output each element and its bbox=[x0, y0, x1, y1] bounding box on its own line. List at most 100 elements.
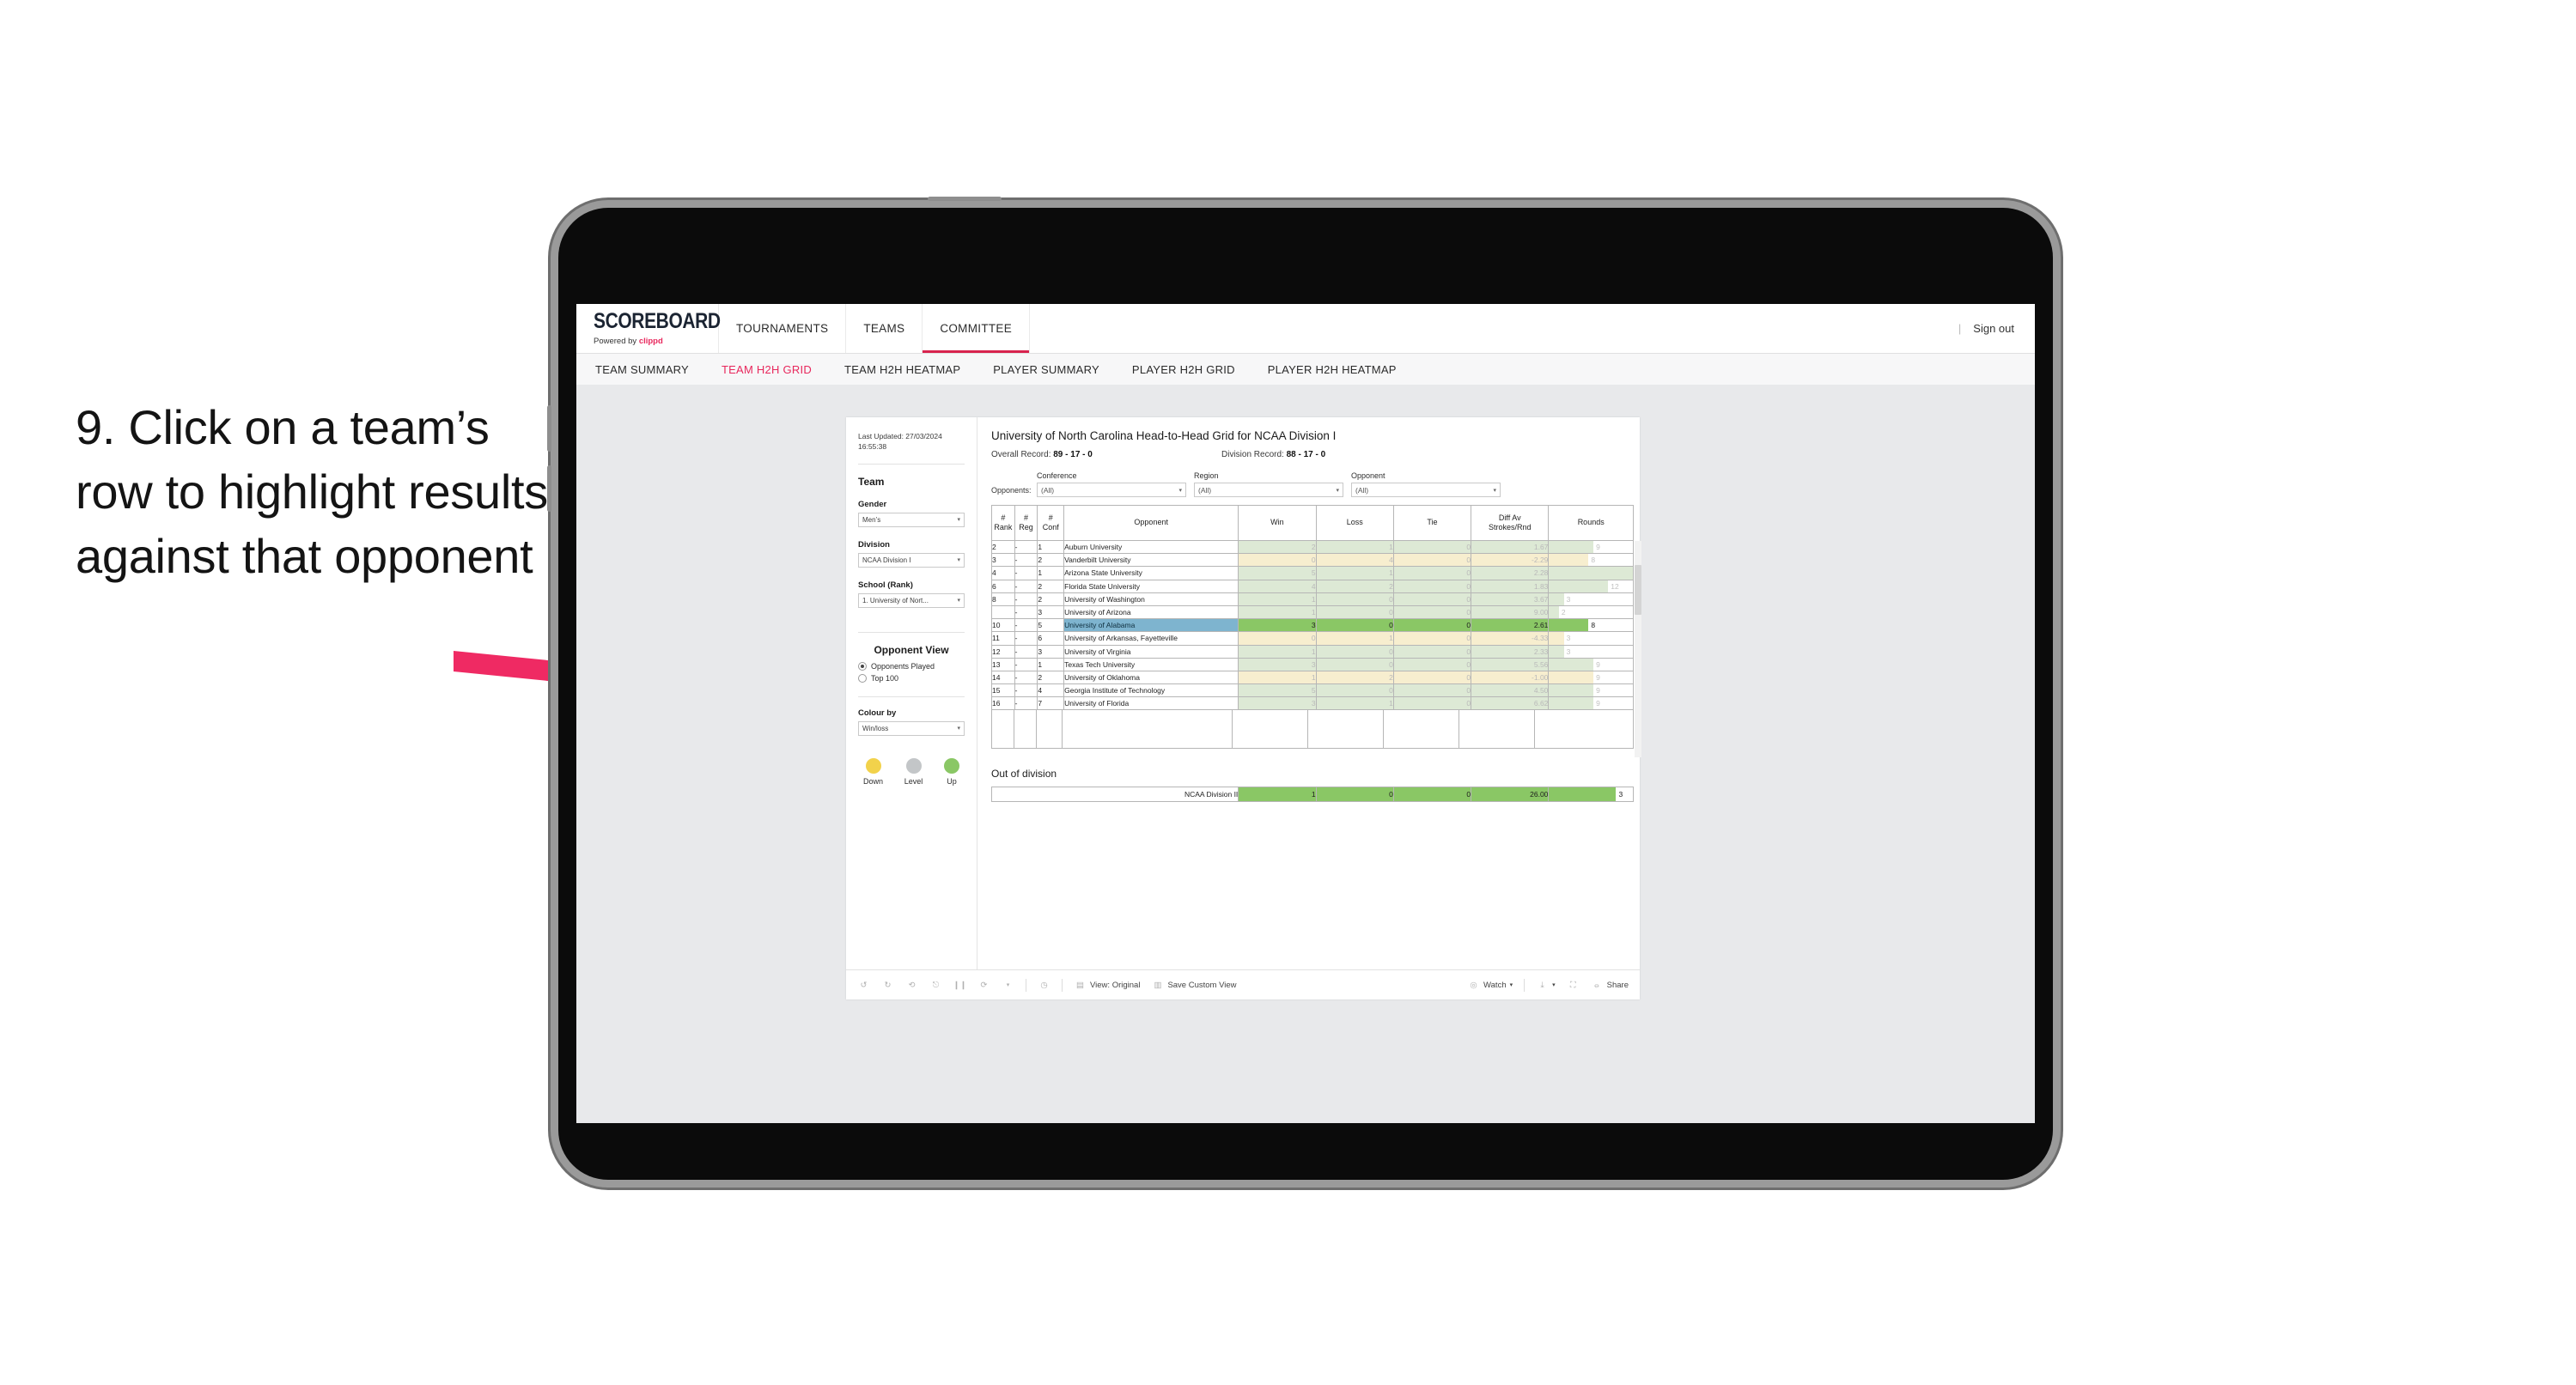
rounds-bar bbox=[1549, 659, 1594, 671]
cell-tie: 0 bbox=[1392, 566, 1472, 580]
legend-swatch-up bbox=[944, 757, 959, 774]
division-select[interactable]: NCAA Division I ▾ bbox=[858, 552, 965, 568]
tab-team-summary[interactable]: TEAM SUMMARY bbox=[595, 363, 689, 376]
cell-conf: 1 bbox=[1037, 566, 1065, 580]
watch-button[interactable]: ◎ Watch ▾ bbox=[1467, 979, 1513, 992]
save-custom-view-label: Save Custom View bbox=[1167, 980, 1237, 990]
cell-rounds: 9 bbox=[1548, 657, 1634, 671]
cell-rank: 10 bbox=[991, 618, 1015, 633]
h2h-grid-header: # Rank # Reg # Conf Opponent Win Loss Tie D… bbox=[991, 505, 1634, 541]
device-button-volume-down bbox=[547, 465, 551, 512]
instruction-caption: 9. Click on a team’s row to highlight re… bbox=[76, 400, 548, 584]
ood-rounds-value: 3 bbox=[1618, 790, 1623, 799]
cell-reg: - bbox=[1014, 604, 1038, 620]
cell-rank: 15 bbox=[991, 683, 1015, 698]
clock-icon[interactable]: ◷ bbox=[1038, 979, 1050, 992]
colour-by-label: Colour by bbox=[858, 708, 897, 718]
table-row[interactable]: 16-7 University of Florida 3 1 0 6.62 9 bbox=[991, 696, 1634, 711]
loop-icon[interactable]: ⟳ bbox=[977, 979, 990, 992]
undo-icon[interactable]: ↺ bbox=[857, 979, 870, 992]
chevron-down-icon: ▾ bbox=[957, 557, 960, 564]
cell-reg: - bbox=[1014, 579, 1038, 593]
filter-region-select[interactable]: (All) ▾ bbox=[1194, 483, 1343, 497]
nav-tournaments[interactable]: TOURNAMENTS bbox=[719, 304, 847, 353]
school-select[interactable]: 1. University of Nort... ▾ bbox=[858, 592, 965, 608]
cell-win: 1 bbox=[1238, 604, 1317, 620]
cell-opponent: University of Washington bbox=[1063, 592, 1239, 606]
cell-opponent: University of Virginia bbox=[1063, 644, 1239, 659]
tab-team-h2h-grid[interactable]: TEAM H2H GRID bbox=[722, 363, 812, 376]
col-rank: # Rank bbox=[991, 505, 1015, 541]
nav-committee[interactable]: COMMITTEE bbox=[923, 304, 1031, 353]
table-row[interactable]: 15-4 Georgia Institute of Technology 5 0 0 4.… bbox=[991, 683, 1634, 698]
cell-rounds: 17 bbox=[1548, 566, 1634, 580]
table-row[interactable]: -3 University of Arizona 1 0 0 9.00 2 bbox=[991, 604, 1634, 620]
table-row[interactable]: 3-2 Vanderbilt University 0 4 0 -2.29 8 bbox=[991, 553, 1634, 568]
logo-tagline: Powered by clippd bbox=[594, 336, 663, 346]
division-value: NCAA Division I bbox=[862, 556, 911, 564]
division-record: Division Record: 88 - 17 - 0 bbox=[1221, 450, 1325, 459]
table-row[interactable]: 4-1Arizona State University5102.2817 bbox=[991, 566, 1634, 580]
table-row[interactable]: 14-2 University of Oklahoma 1 2 0 -1.00 9 bbox=[991, 670, 1634, 685]
cell-tie: 0 bbox=[1392, 579, 1472, 593]
col-conf: # Conf bbox=[1037, 505, 1065, 541]
chevron-down-icon: ▾ bbox=[957, 598, 960, 604]
fullscreen-icon[interactable]: ⛶ bbox=[1567, 979, 1580, 992]
table-row[interactable]: 10-5 University of Alabama 3 0 0 2.61 8 bbox=[991, 618, 1634, 633]
redo-icon[interactable]: ↻ bbox=[881, 979, 894, 992]
pause-updates-icon[interactable]: ❙❙ bbox=[953, 979, 967, 992]
cell-rank: 12 bbox=[991, 644, 1015, 659]
colour-by-value: Win/loss bbox=[862, 724, 889, 732]
cell-loss: 0 bbox=[1315, 618, 1394, 633]
tab-team-h2h-heatmap[interactable]: TEAM H2H HEATMAP bbox=[844, 363, 960, 376]
cell-loss: 0 bbox=[1315, 604, 1394, 620]
chevron-down-icon[interactable]: ▾ bbox=[1002, 979, 1014, 992]
filter-opponent-value: (All) bbox=[1355, 485, 1369, 495]
colour-by-select[interactable]: Win/loss ▾ bbox=[858, 720, 965, 736]
radio-top-100[interactable]: Top 100 bbox=[858, 673, 965, 683]
watch-icon: ◎ bbox=[1470, 980, 1477, 990]
grid-scrollbar-thumb[interactable] bbox=[1635, 565, 1641, 615]
tab-player-h2h-heatmap[interactable]: PLAYER H2H HEATMAP bbox=[1268, 363, 1397, 376]
download-button[interactable]: ⤓ ▾ bbox=[1536, 979, 1556, 992]
table-row[interactable]: 6-2 Florida State University 4 2 0 1.83 12 bbox=[991, 579, 1634, 593]
out-of-division-row[interactable]: NCAA Division II 1 0 0 26.00 3 bbox=[990, 787, 1634, 803]
grid-scrollbar-track[interactable] bbox=[1635, 541, 1641, 757]
filter-opponent-select[interactable]: (All) ▾ bbox=[1351, 483, 1501, 497]
cell-rounds: 12 bbox=[1548, 579, 1634, 593]
share-button[interactable]: ⦵ Share bbox=[1591, 979, 1629, 992]
cell-rank: 13 bbox=[991, 657, 1015, 671]
nav-teams[interactable]: TEAMS bbox=[846, 304, 923, 353]
panel-divider-1 bbox=[858, 463, 965, 465]
sign-out-link[interactable]: Sign out bbox=[1973, 322, 2014, 335]
cell-win: 0 bbox=[1238, 631, 1317, 646]
cell-diff: 1.83 bbox=[1471, 579, 1550, 593]
tab-player-summary[interactable]: PLAYER SUMMARY bbox=[993, 363, 1099, 376]
view-original-button[interactable]: ▤ View: Original bbox=[1074, 979, 1140, 992]
radio-opponents-played[interactable]: Opponents Played bbox=[858, 661, 965, 671]
rounds-bar bbox=[1549, 632, 1564, 644]
col-tie: Tie bbox=[1392, 505, 1472, 541]
table-row[interactable]: 2-1 Auburn University 2 1 0 1.67 9 bbox=[991, 539, 1634, 555]
save-custom-view-button[interactable]: ▥ Save Custom View bbox=[1151, 979, 1236, 992]
table-row[interactable]: 13-1 Texas Tech University 3 0 0 5.56 9 bbox=[991, 657, 1634, 671]
table-row[interactable]: 12-3 University of Virginia 1 0 0 2.33 3 bbox=[991, 644, 1634, 659]
legend-label-down: Down bbox=[863, 776, 884, 786]
tab-player-h2h-grid[interactable]: PLAYER H2H GRID bbox=[1132, 363, 1235, 376]
table-row[interactable]: 8-2 University of Washington 1 0 0 3.67 3 bbox=[991, 592, 1634, 606]
rounds-value: 3 bbox=[1566, 647, 1571, 656]
rounds-bar bbox=[1549, 646, 1564, 658]
filter-conference-select[interactable]: (All) ▾ bbox=[1037, 483, 1186, 497]
cell-tie: 0 bbox=[1392, 553, 1472, 568]
radio-icon bbox=[858, 661, 867, 671]
cell-tie: 0 bbox=[1392, 644, 1472, 659]
cell-rank: 3 bbox=[991, 553, 1015, 568]
sign-out-divider: | bbox=[1958, 322, 1962, 335]
revert-icon[interactable]: ⟲ bbox=[905, 979, 918, 992]
cell-tie: 0 bbox=[1392, 657, 1472, 671]
refresh-data-icon[interactable]: ⎋ bbox=[929, 979, 942, 992]
radio-top-100-label: Top 100 bbox=[871, 673, 899, 683]
gender-select[interactable]: Men’s ▾ bbox=[858, 512, 965, 527]
table-row[interactable]: 11-6 University of Arkansas, Fayetteville… bbox=[991, 631, 1634, 646]
rounds-bar bbox=[1549, 684, 1594, 696]
